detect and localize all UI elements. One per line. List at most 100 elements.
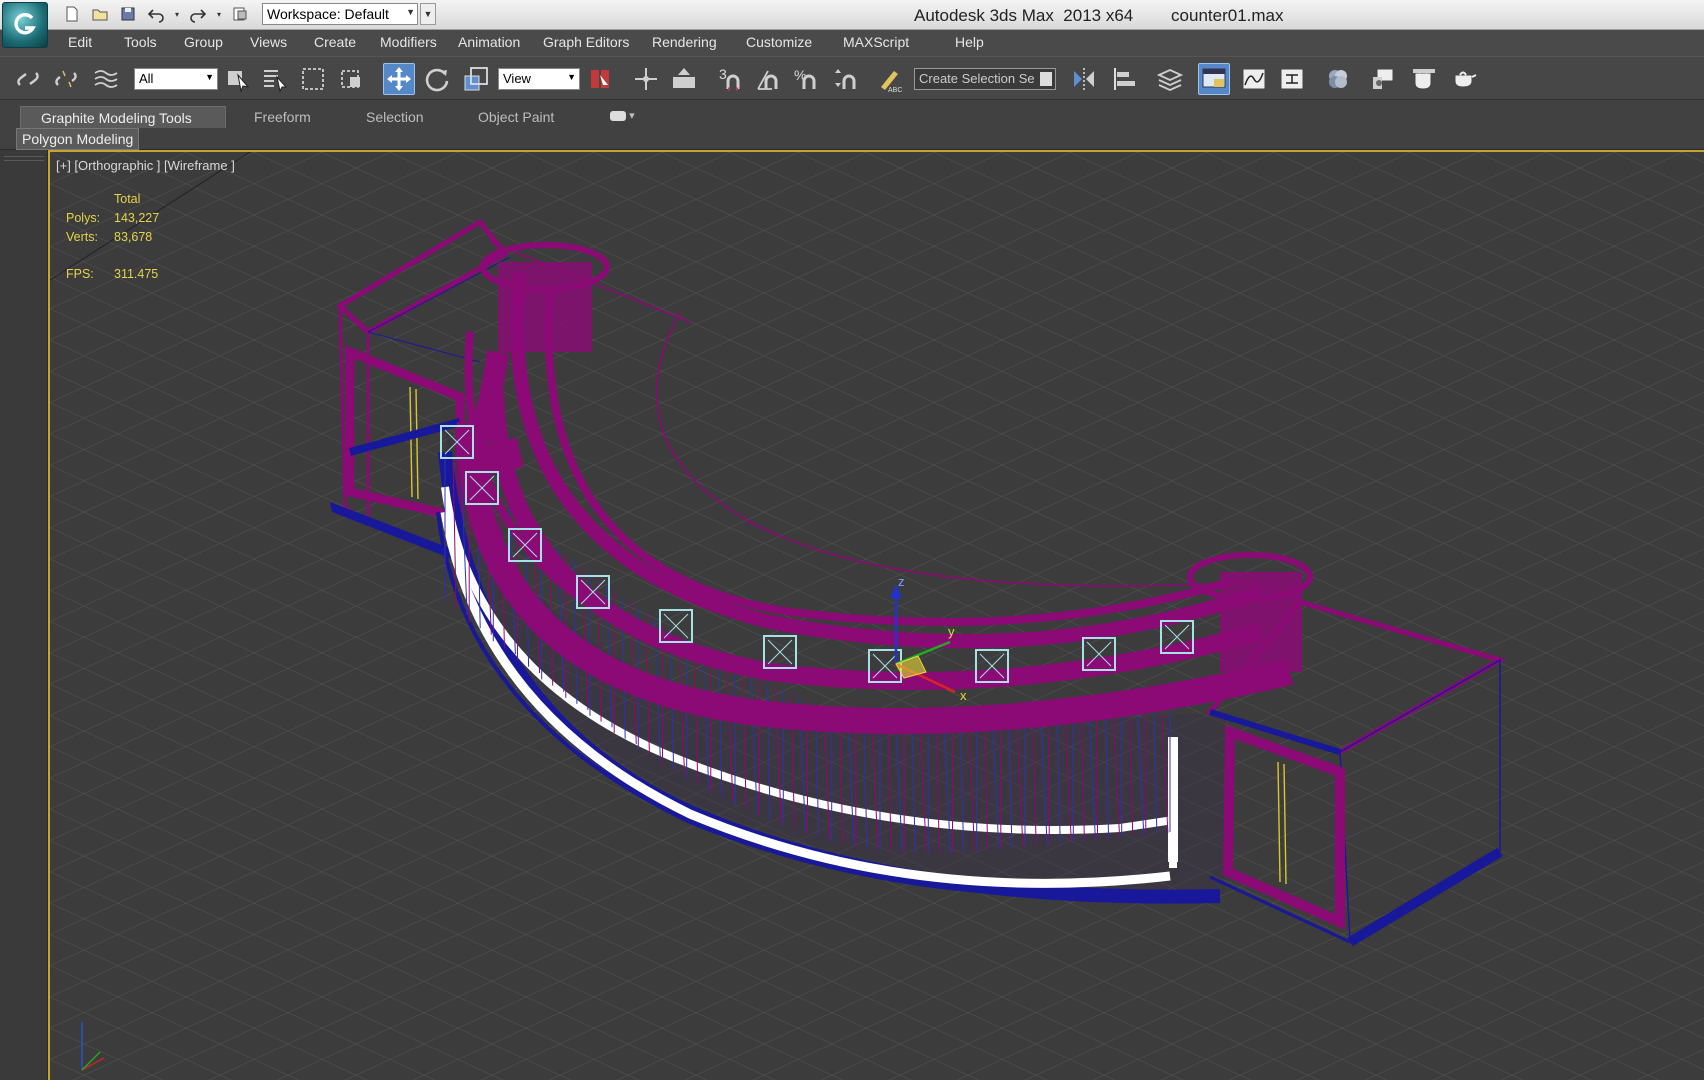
workspace-label: Workspace: Default bbox=[267, 6, 389, 22]
tab-object-paint[interactable]: Object Paint bbox=[468, 106, 564, 128]
panel-polygon-modeling[interactable]: Polygon Modeling bbox=[16, 128, 140, 150]
spinner-snap-toggle-icon[interactable] bbox=[828, 63, 860, 95]
selection-filter-dropdown[interactable]: All ▼ bbox=[134, 68, 218, 90]
quick-access-toolbar: ▾ ▾ bbox=[60, 3, 252, 25]
redo-icon[interactable] bbox=[186, 3, 210, 25]
rectangular-selection-icon[interactable] bbox=[297, 63, 329, 95]
open-file-icon[interactable] bbox=[88, 3, 112, 25]
ribbon-options-button[interactable]: ▾ bbox=[600, 106, 645, 128]
undo-dropdown-icon[interactable]: ▾ bbox=[172, 3, 182, 25]
curve-editor-icon[interactable] bbox=[1238, 63, 1270, 95]
menu-graph-editors[interactable]: Graph Editors bbox=[543, 30, 652, 56]
select-and-scale-icon[interactable] bbox=[460, 63, 492, 95]
chevron-down-icon: ▼ bbox=[205, 72, 214, 82]
viewport-scene: z y x bbox=[50, 152, 1704, 1080]
menu-animation[interactable]: Animation bbox=[458, 30, 543, 56]
workspace-selector[interactable]: Workspace: Default ▼ bbox=[262, 3, 418, 25]
snaps-toggle-icon[interactable]: 3 bbox=[714, 63, 746, 95]
unlink-selection-icon[interactable] bbox=[50, 63, 82, 95]
fps-value: 311.475 bbox=[114, 267, 159, 281]
chevron-down-icon: ▾ bbox=[629, 110, 635, 122]
reference-coordinate-dropdown[interactable]: View ▼ bbox=[498, 68, 580, 90]
save-file-icon[interactable] bbox=[116, 3, 140, 25]
stats-fps-row: FPS: 311.475 bbox=[66, 267, 159, 286]
percent-snap-toggle-icon[interactable]: % bbox=[790, 63, 822, 95]
verts-label: Verts: bbox=[66, 230, 98, 244]
menu-modifiers[interactable]: Modifiers bbox=[380, 30, 458, 56]
window-crossing-icon[interactable] bbox=[336, 63, 368, 95]
divider bbox=[4, 160, 44, 161]
polys-label: Polys: bbox=[66, 211, 101, 225]
manage-layers-icon[interactable] bbox=[1154, 63, 1186, 95]
stats-verts-row: Verts: 83,678 bbox=[66, 230, 159, 249]
menu-group[interactable]: Group bbox=[184, 30, 250, 56]
tab-freeform[interactable]: Freeform bbox=[244, 106, 321, 128]
file-name: counter01.max bbox=[1171, 6, 1284, 25]
chevron-down-icon: ▼ bbox=[406, 7, 415, 17]
gizmo-y-label: y bbox=[948, 624, 955, 639]
select-and-link-icon[interactable] bbox=[12, 63, 44, 95]
tab-selection[interactable]: Selection bbox=[356, 106, 434, 128]
use-pivot-center-icon[interactable] bbox=[584, 63, 616, 95]
new-file-icon[interactable] bbox=[60, 3, 84, 25]
undo-icon[interactable] bbox=[144, 3, 168, 25]
select-and-manipulate-icon[interactable] bbox=[630, 63, 662, 95]
keyboard-shortcut-override-icon[interactable] bbox=[668, 63, 700, 95]
schematic-view-icon[interactable] bbox=[1276, 63, 1308, 95]
viewport-statistics: Total Polys: 143,227 Verts: 83,678 FPS: … bbox=[66, 192, 159, 286]
project-folder-icon[interactable] bbox=[228, 3, 252, 25]
viewport-label-menu[interactable]: [+] [Orthographic ] [Wireframe ] bbox=[56, 158, 235, 173]
render-setup-icon[interactable] bbox=[1368, 63, 1400, 95]
menu-create[interactable]: Create bbox=[314, 30, 380, 56]
menu-help[interactable]: Help bbox=[955, 30, 1005, 56]
reference-coordinate-value: View bbox=[503, 71, 531, 86]
menu-views[interactable]: Views bbox=[250, 30, 314, 56]
chevron-down-icon: ▼ bbox=[567, 72, 576, 82]
title-bar: ▾ ▾ Workspace: Default ▼ ▼ Autodesk 3ds … bbox=[0, 0, 1704, 30]
app-name: Autodesk 3ds Max 2013 x64 bbox=[914, 6, 1134, 25]
select-and-move-icon[interactable] bbox=[383, 63, 415, 95]
rendered-frame-window-icon[interactable] bbox=[1408, 63, 1440, 95]
window-title: Autodesk 3ds Max 2013 x64 counter01.max bbox=[914, 6, 1284, 26]
divider bbox=[4, 156, 44, 157]
snap-3d-label: 3 bbox=[719, 66, 727, 82]
menu-bar: Edit Tools Group Views Create Modifiers … bbox=[0, 30, 1704, 56]
gizmo-z-label: z bbox=[898, 574, 905, 589]
ribbon: Graphite Modeling Tools Freeform Selecti… bbox=[0, 100, 1704, 150]
render-production-icon[interactable] bbox=[1448, 63, 1480, 95]
left-side-strip bbox=[0, 150, 48, 1080]
tab-graphite-modeling-tools[interactable]: Graphite Modeling Tools bbox=[20, 106, 226, 128]
mirror-icon[interactable] bbox=[1068, 63, 1100, 95]
chevron-down-icon bbox=[1040, 72, 1052, 86]
3dsmax-logo-icon bbox=[14, 13, 36, 35]
svg-text:ABC: ABC bbox=[888, 87, 902, 93]
perspective-viewport[interactable]: z y x [+] [Orthographic ] [Wireframe ] T… bbox=[48, 150, 1704, 1080]
angle-snap-toggle-icon[interactable] bbox=[752, 63, 784, 95]
polys-value: 143,227 bbox=[114, 211, 160, 225]
workspace-dropdown-button[interactable]: ▼ bbox=[420, 3, 436, 25]
stats-header: Total bbox=[114, 192, 141, 206]
menu-edit[interactable]: Edit bbox=[68, 30, 124, 56]
bind-to-space-warp-icon[interactable] bbox=[90, 63, 122, 95]
edit-named-selection-icon[interactable]: ABC bbox=[874, 63, 906, 95]
verts-value: 83,678 bbox=[114, 230, 153, 244]
select-by-name-icon[interactable] bbox=[259, 63, 291, 95]
redo-dropdown-icon[interactable]: ▾ bbox=[214, 3, 224, 25]
graphite-modeling-tools-toggle-icon[interactable] bbox=[1198, 63, 1230, 95]
fps-label: FPS: bbox=[66, 267, 94, 281]
ribbon-toggle-icon bbox=[610, 111, 626, 122]
selection-filter-value: All bbox=[139, 71, 154, 86]
menu-tools[interactable]: Tools bbox=[124, 30, 184, 56]
menu-maxscript[interactable]: MAXScript bbox=[843, 30, 955, 56]
application-button[interactable] bbox=[2, 2, 48, 48]
select-object-icon[interactable] bbox=[222, 63, 254, 95]
main-toolbar: All ▼ View ▼ 3 % ABC Create Selection Se bbox=[0, 56, 1704, 100]
named-selection-sets-dropdown[interactable]: Create Selection Se bbox=[914, 68, 1056, 90]
align-icon[interactable] bbox=[1108, 63, 1140, 95]
select-and-rotate-icon[interactable] bbox=[421, 63, 453, 95]
material-editor-icon[interactable] bbox=[1322, 63, 1354, 95]
menu-customize[interactable]: Customize bbox=[746, 30, 843, 56]
stats-polys-row: Polys: 143,227 bbox=[66, 211, 159, 230]
menu-rendering[interactable]: Rendering bbox=[652, 30, 746, 56]
named-selection-placeholder: Create Selection Se bbox=[919, 71, 1035, 86]
